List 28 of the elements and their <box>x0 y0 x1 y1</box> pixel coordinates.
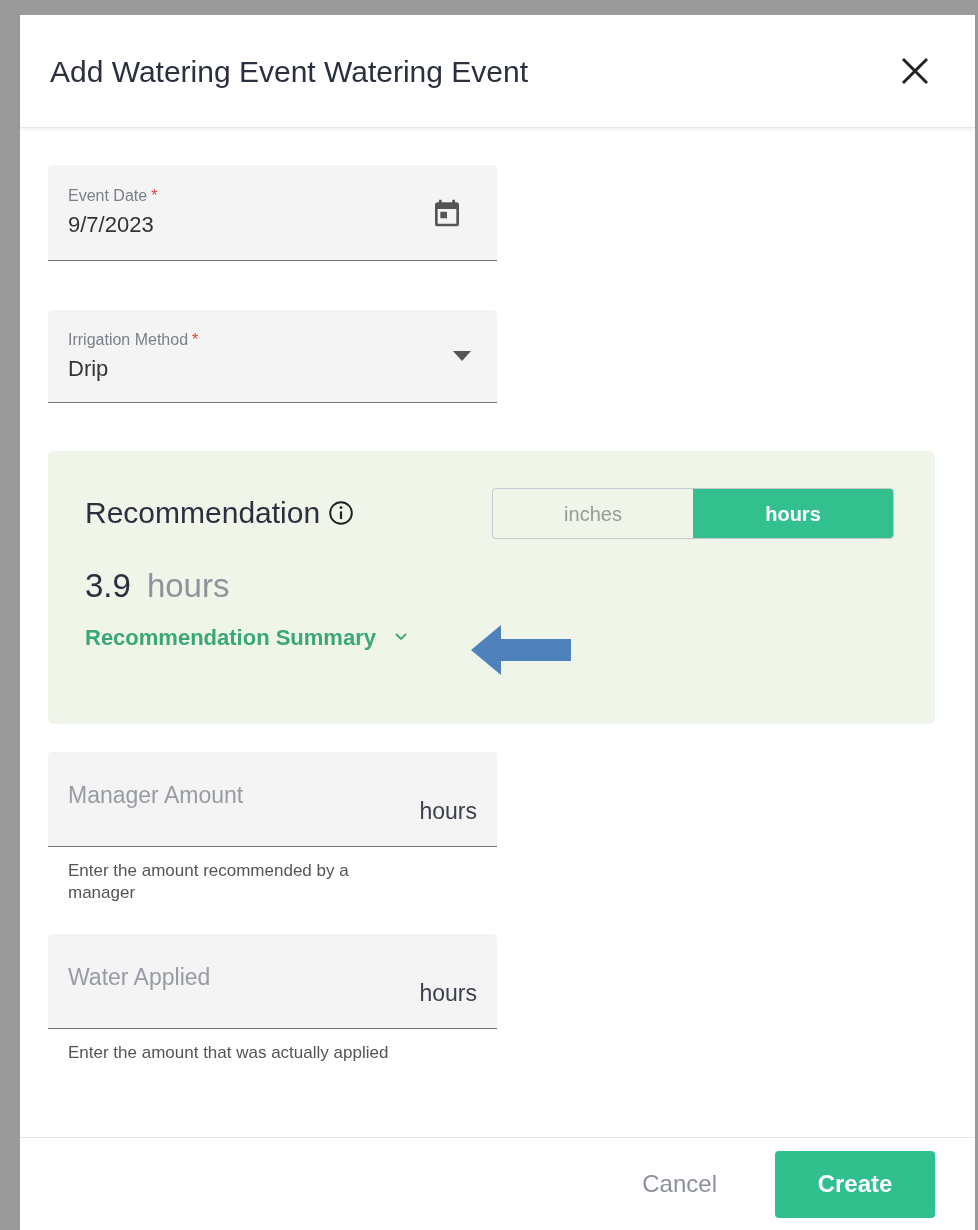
summary-link[interactable]: Recommendation Summary <box>85 620 408 654</box>
unit-suffix: hours <box>419 978 477 1008</box>
method-select[interactable]: Irrigation Method * Drip <box>48 310 497 403</box>
amount-field[interactable]: Water Applied hours <box>48 934 497 1029</box>
helper-text: Enter the amount that was actually applied <box>68 1042 390 1064</box>
info-icon[interactable] <box>328 499 355 526</box>
unit-suffix: hours <box>419 796 477 826</box>
chevron-icon <box>393 632 408 642</box>
required-mark: * <box>192 329 199 350</box>
unit-toggle[interactable]: hours <box>693 489 893 538</box>
field-value: Drip <box>68 354 110 383</box>
unit-toggle[interactable]: inches <box>493 489 693 538</box>
required-mark: * <box>151 186 158 206</box>
amount-input[interactable]: Water Applied <box>68 934 368 1026</box>
dropdown-caret-icon <box>453 351 471 361</box>
recommendation-title: Recommendation <box>85 495 321 531</box>
recommendation-value: 3.9 <box>85 566 131 606</box>
amount-input[interactable]: Manager Amount <box>68 752 368 844</box>
create-button[interactable]: Create <box>775 1150 935 1218</box>
field-label: Irrigation Method <box>68 329 189 350</box>
helper-text: Enter the amount recommended by a manager <box>68 860 350 904</box>
field-value: 9/7/2023 <box>68 211 155 239</box>
dialog-title: Add Watering Event Watering Event <box>50 53 528 90</box>
amount-field[interactable]: Manager Amount hours <box>48 752 497 847</box>
date-field[interactable]: Event Date * 9/7/2023 <box>48 165 497 261</box>
recommendation-unit: hours <box>146 566 230 606</box>
cancel-button[interactable]: Cancel <box>634 1166 725 1202</box>
field-label: Event Date <box>68 186 148 206</box>
